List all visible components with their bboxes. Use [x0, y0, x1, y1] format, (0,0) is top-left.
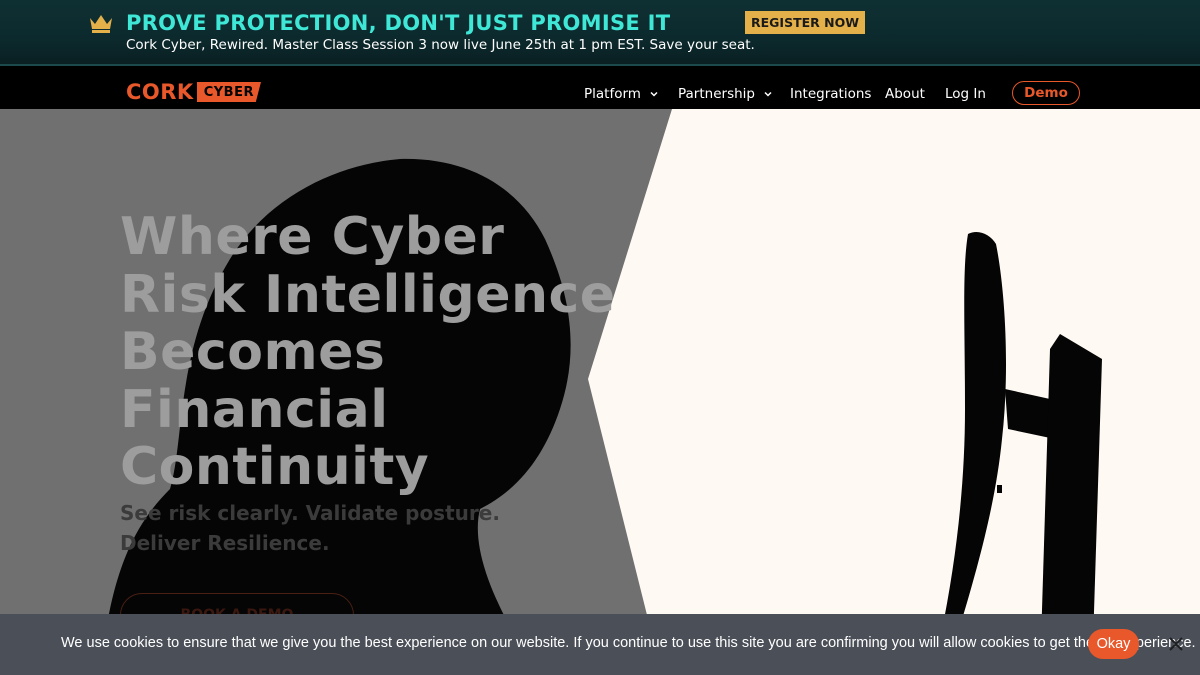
nav-item-about[interactable]: About: [885, 85, 925, 103]
main-navigation: CORK CYBER Platform Partnership Integrat…: [0, 66, 1200, 109]
banner-subtitle: Cork Cyber, Rewired. Master Class Sessio…: [126, 37, 755, 53]
nav-item-label: Platform: [584, 86, 641, 102]
crown-icon: [90, 15, 112, 33]
nav-item-label: Partnership: [678, 86, 755, 102]
hero-subheadline: See risk clearly. Validate posture. Deli…: [120, 501, 500, 555]
nav-item-login[interactable]: Log In: [945, 85, 986, 103]
cork-cyber-logo[interactable]: CORK CYBER: [126, 81, 261, 103]
logo-tag: CYBER: [196, 82, 261, 102]
demo-button[interactable]: Demo: [1012, 81, 1080, 105]
register-now-button[interactable]: REGISTER NOW: [745, 11, 865, 34]
chevron-down-icon: [650, 91, 658, 97]
hero-headline: Where Cyber Risk Intelligence Becomes Fi…: [120, 207, 616, 497]
logo-wordmark: CORK: [126, 80, 194, 104]
banner-title: PROVE PROTECTION, DON'T JUST PROMISE IT: [126, 11, 671, 35]
chevron-down-icon: [764, 91, 772, 97]
announcement-banner: PROVE PROTECTION, DON'T JUST PROMISE IT …: [0, 0, 1200, 66]
nav-item-platform[interactable]: Platform: [584, 85, 659, 103]
close-icon[interactable]: [1166, 634, 1186, 654]
nav-item-integrations[interactable]: Integrations: [790, 85, 871, 103]
nav-item-label: Integrations: [790, 86, 872, 102]
nav-item-partnership[interactable]: Partnership: [678, 85, 773, 103]
cookie-message: We use cookies to ensure that we give yo…: [61, 635, 1196, 651]
cookie-consent-bar: We use cookies to ensure that we give yo…: [0, 614, 1200, 675]
nav-item-label: Log In: [945, 86, 986, 102]
hero-section: Where Cyber Risk Intelligence Becomes Fi…: [0, 109, 1200, 675]
nav-item-label: About: [885, 86, 925, 102]
cookie-okay-button[interactable]: Okay: [1088, 629, 1139, 659]
